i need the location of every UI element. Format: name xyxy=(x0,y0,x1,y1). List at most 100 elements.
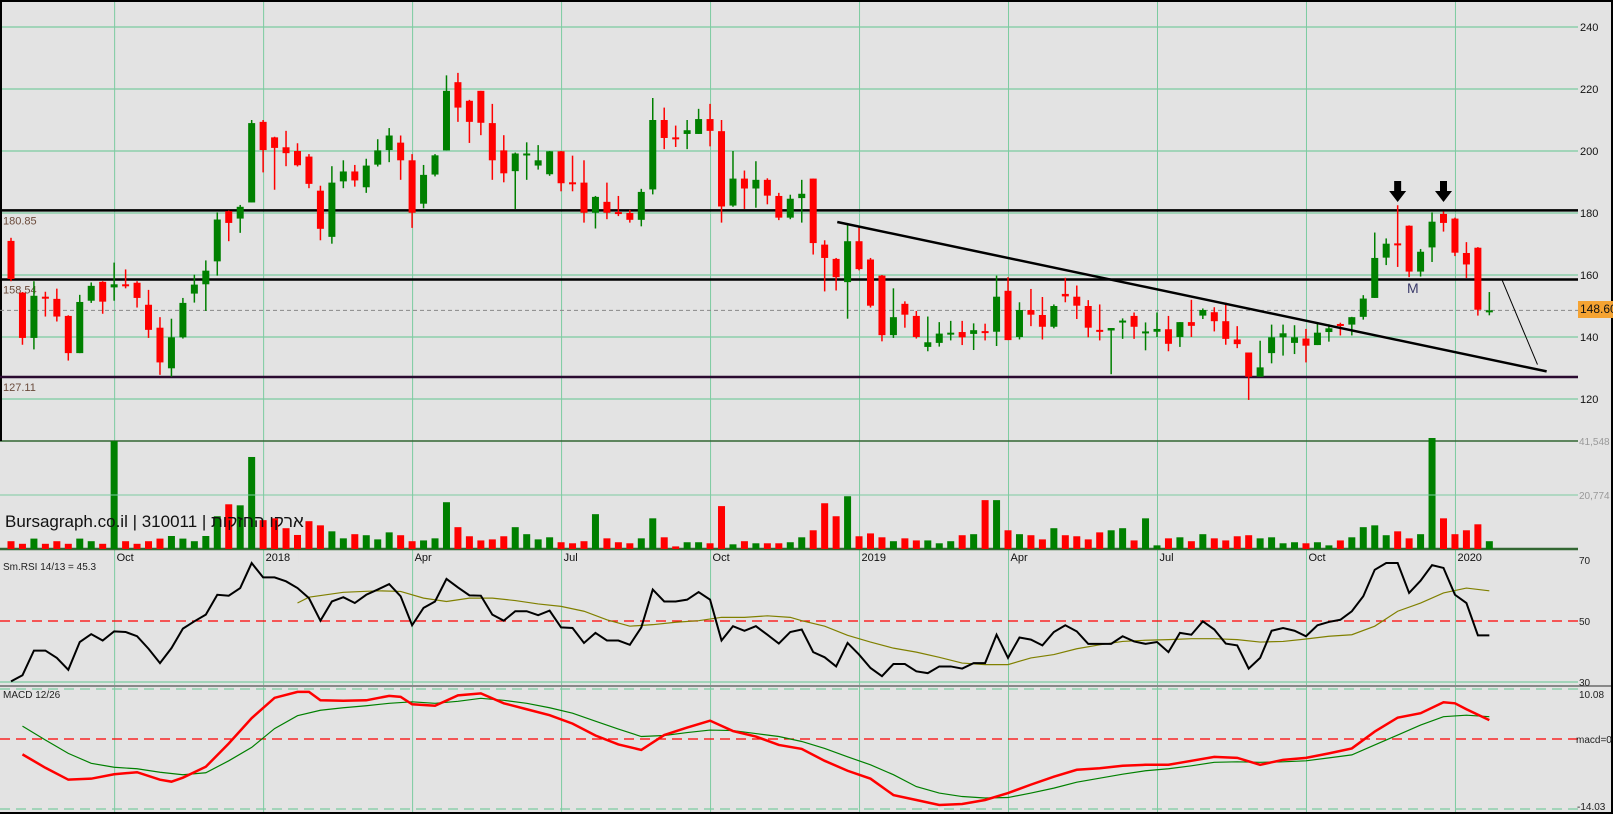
candle[interactable] xyxy=(1417,248,1425,277)
candle[interactable] xyxy=(87,282,95,303)
candle[interactable] xyxy=(328,166,336,244)
candle[interactable] xyxy=(420,164,428,209)
candle[interactable] xyxy=(1359,295,1367,320)
candle[interactable] xyxy=(1050,304,1058,329)
candle[interactable] xyxy=(64,315,72,361)
candle[interactable] xyxy=(213,212,221,276)
candle[interactable] xyxy=(534,145,542,170)
candle[interactable] xyxy=(1210,307,1218,332)
candle[interactable] xyxy=(1313,323,1321,346)
candle[interactable] xyxy=(1199,308,1207,320)
candle[interactable] xyxy=(167,318,175,377)
candle[interactable] xyxy=(53,288,61,322)
candle[interactable] xyxy=(867,257,874,308)
candle[interactable] xyxy=(1405,225,1413,278)
candle[interactable] xyxy=(282,130,290,167)
candle[interactable] xyxy=(1245,352,1253,400)
candle[interactable] xyxy=(740,170,748,209)
downtrend-line[interactable] xyxy=(837,220,1547,373)
candle[interactable] xyxy=(41,291,49,317)
candle[interactable] xyxy=(259,120,267,173)
candle[interactable] xyxy=(99,281,107,314)
candle[interactable] xyxy=(1015,302,1023,340)
candle[interactable] xyxy=(1348,316,1356,336)
candle[interactable] xyxy=(1382,238,1390,266)
candle[interactable] xyxy=(1474,247,1482,316)
candle[interactable] xyxy=(763,178,771,205)
candle[interactable] xyxy=(454,72,462,122)
candle[interactable] xyxy=(798,179,806,223)
candle[interactable] xyxy=(408,154,416,228)
candle[interactable] xyxy=(706,103,714,147)
candle[interactable] xyxy=(1302,328,1310,363)
candle[interactable] xyxy=(1222,302,1230,345)
candle[interactable] xyxy=(569,155,577,192)
candle[interactable] xyxy=(958,320,966,346)
candle[interactable] xyxy=(718,120,726,223)
candle[interactable] xyxy=(993,275,1001,346)
candle[interactable] xyxy=(775,192,783,221)
candle[interactable] xyxy=(305,154,313,189)
candle[interactable] xyxy=(695,108,703,134)
candle[interactable] xyxy=(236,204,244,233)
candle[interactable] xyxy=(1394,205,1402,267)
candle[interactable] xyxy=(1176,322,1184,347)
candle[interactable] xyxy=(1371,232,1379,298)
candle[interactable] xyxy=(18,292,26,345)
candle[interactable] xyxy=(603,182,611,220)
candle[interactable] xyxy=(786,194,794,220)
candle[interactable] xyxy=(672,125,680,147)
candle[interactable] xyxy=(1038,297,1046,340)
candle[interactable] xyxy=(878,275,886,342)
candle[interactable] xyxy=(202,260,210,311)
candle[interactable] xyxy=(179,297,187,339)
candle[interactable] xyxy=(821,240,829,292)
candle[interactable] xyxy=(1279,324,1287,356)
candle[interactable] xyxy=(76,294,84,354)
candle[interactable] xyxy=(1027,288,1035,327)
candle[interactable] xyxy=(1291,325,1299,355)
candle[interactable] xyxy=(844,223,852,319)
candle[interactable] xyxy=(1268,324,1276,364)
candle[interactable] xyxy=(339,160,347,189)
chart-canvas[interactable]: 240 220 200 180 160 140 120 Oct 2018 Apr Jul Oct 201… xyxy=(0,0,1613,814)
candle[interactable] xyxy=(442,75,450,151)
candle[interactable] xyxy=(683,120,691,150)
candle[interactable] xyxy=(924,316,932,352)
candle[interactable] xyxy=(374,139,382,167)
candle[interactable] xyxy=(465,99,473,143)
candle[interactable] xyxy=(1462,242,1470,279)
candle[interactable] xyxy=(7,237,15,282)
candle[interactable] xyxy=(145,289,153,338)
candle[interactable] xyxy=(477,90,485,136)
candle[interactable] xyxy=(981,323,989,341)
candle[interactable] xyxy=(546,151,554,176)
projection-line[interactable] xyxy=(1501,279,1538,365)
candle[interactable] xyxy=(1440,211,1447,232)
candle[interactable] xyxy=(649,97,657,195)
candle[interactable] xyxy=(1164,315,1172,352)
candle[interactable] xyxy=(1142,322,1150,351)
candle[interactable] xyxy=(1256,340,1264,377)
candle[interactable] xyxy=(809,178,817,255)
candle[interactable] xyxy=(614,195,622,217)
candle[interactable] xyxy=(901,301,909,328)
candle[interactable] xyxy=(832,257,840,291)
candle[interactable] xyxy=(1153,312,1161,337)
candle[interactable] xyxy=(1004,277,1012,341)
candle[interactable] xyxy=(523,142,531,180)
candle[interactable] xyxy=(752,161,760,208)
candle[interactable] xyxy=(362,158,370,193)
candle[interactable] xyxy=(488,103,496,180)
candle[interactable] xyxy=(1428,212,1436,262)
candle[interactable] xyxy=(225,210,233,242)
candle[interactable] xyxy=(294,143,301,167)
candle[interactable] xyxy=(500,135,508,183)
candle[interactable] xyxy=(1107,328,1115,375)
candle[interactable] xyxy=(1084,300,1092,338)
candle[interactable] xyxy=(591,195,599,229)
candle[interactable] xyxy=(385,128,393,163)
candle[interactable] xyxy=(431,154,439,177)
candle[interactable] xyxy=(351,164,359,187)
candle[interactable] xyxy=(1451,217,1459,257)
